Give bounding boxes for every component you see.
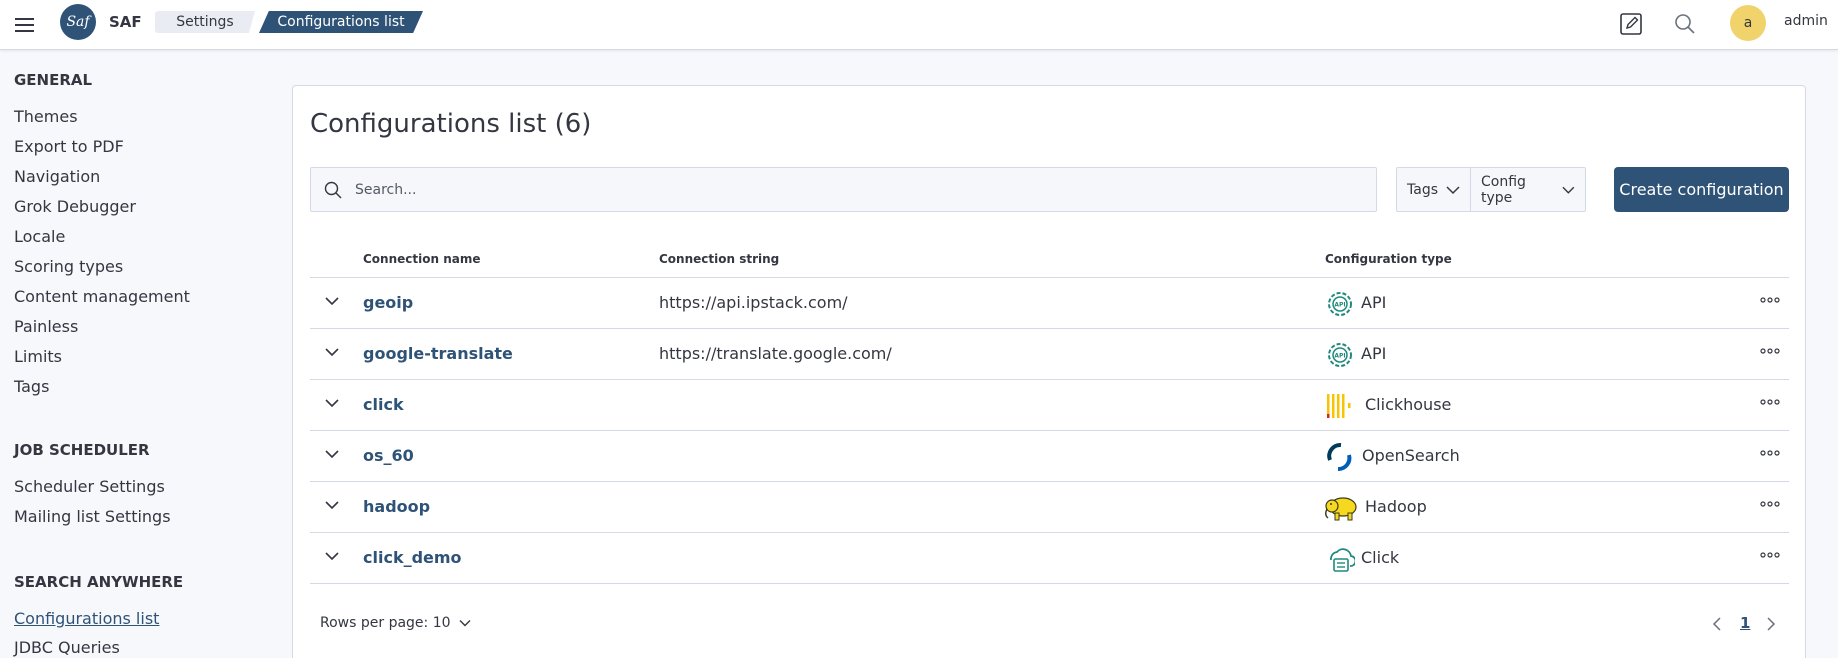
search-icon[interactable] xyxy=(1672,11,1698,37)
sidebar: GENERAL Themes Export to PDF Navigation … xyxy=(0,51,270,658)
filter-group: Tags Config type xyxy=(1396,167,1586,212)
sidebar-item-content-management[interactable]: Content management xyxy=(14,287,190,306)
clickhouse-icon xyxy=(1327,394,1351,418)
breadcrumb-settings[interactable]: Settings xyxy=(155,11,255,33)
connection-name[interactable]: click_demo xyxy=(363,548,462,567)
tags-filter-label: Tags xyxy=(1407,181,1438,198)
more-actions-icon[interactable] xyxy=(1760,399,1780,405)
sidebar-item-limits[interactable]: Limits xyxy=(14,347,62,366)
rows-per-page-button[interactable]: Rows per page: 10 xyxy=(320,615,471,631)
column-header-connection-string[interactable]: Connection string xyxy=(659,252,779,266)
user-name[interactable]: admin xyxy=(1784,13,1828,29)
app-name: SAF xyxy=(109,13,142,31)
column-header-configuration-type[interactable]: Configuration type xyxy=(1325,252,1452,266)
table-row: geoip https://api.ipstack.com/ API API xyxy=(310,278,1789,329)
next-page-icon[interactable] xyxy=(1766,616,1776,632)
page-title: Configurations list (6) xyxy=(310,109,592,139)
saf-logo[interactable]: Saf xyxy=(60,4,96,40)
create-configuration-button[interactable]: Create configuration xyxy=(1614,167,1789,212)
configuration-type: API xyxy=(1361,344,1387,363)
chevron-down-icon xyxy=(1562,186,1575,194)
more-actions-icon[interactable] xyxy=(1760,297,1780,303)
config-type-filter-label: Config type xyxy=(1481,173,1526,206)
table-row: click Clickhouse xyxy=(310,380,1789,431)
table-row: os_60 OpenSearch xyxy=(310,431,1789,482)
top-header: Saf SAF Settings Configurations list a a… xyxy=(0,0,1838,50)
connection-name[interactable]: hadoop xyxy=(363,497,430,516)
connection-name[interactable]: click xyxy=(363,395,404,414)
search-icon xyxy=(324,181,342,199)
search-input[interactable] xyxy=(355,168,1355,211)
sidebar-heading-job-scheduler: JOB SCHEDULER xyxy=(14,441,150,459)
api-icon: API xyxy=(1328,343,1352,367)
edit-icon[interactable] xyxy=(1618,11,1644,37)
configuration-type: API xyxy=(1361,293,1387,312)
user-avatar[interactable]: a xyxy=(1730,5,1766,41)
sidebar-item-configurations-list[interactable]: Configurations list xyxy=(14,609,159,628)
configurations-panel: Configurations list (6) Tags Config type… xyxy=(292,85,1806,658)
click-icon xyxy=(1330,548,1355,572)
configuration-type: Clickhouse xyxy=(1365,395,1452,414)
configuration-type: OpenSearch xyxy=(1362,446,1460,465)
sidebar-heading-search-anywhere: SEARCH ANYWHERE xyxy=(14,573,184,591)
more-actions-icon[interactable] xyxy=(1760,450,1780,456)
column-header-connection-name[interactable]: Connection name xyxy=(363,252,481,266)
previous-page-icon[interactable] xyxy=(1712,616,1722,632)
more-actions-icon[interactable] xyxy=(1760,501,1780,507)
configuration-type: Click xyxy=(1361,548,1400,567)
sidebar-item-scoring-types[interactable]: Scoring types xyxy=(14,257,123,276)
api-icon: API xyxy=(1328,292,1352,316)
sidebar-item-locale[interactable]: Locale xyxy=(14,227,65,246)
hadoop-icon xyxy=(1325,497,1357,521)
connection-name[interactable]: geoip xyxy=(363,293,413,312)
sidebar-item-tags[interactable]: Tags xyxy=(14,377,49,396)
table-row: click_demo Click xyxy=(310,533,1789,584)
more-actions-icon[interactable] xyxy=(1760,552,1780,558)
breadcrumb-configurations-list: Configurations list xyxy=(259,11,423,33)
rows-per-page-label: Rows per page: 10 xyxy=(320,615,451,631)
connection-string: https://translate.google.com/ xyxy=(659,344,892,363)
chevron-down-icon xyxy=(1446,185,1460,194)
chevron-down-icon xyxy=(459,620,471,627)
sidebar-item-themes[interactable]: Themes xyxy=(14,107,78,126)
expand-row-icon[interactable] xyxy=(324,295,340,307)
expand-row-icon[interactable] xyxy=(324,397,340,409)
svg-text:API: API xyxy=(1334,302,1345,309)
expand-row-icon[interactable] xyxy=(324,346,340,358)
expand-row-icon[interactable] xyxy=(324,550,340,562)
connection-string: https://api.ipstack.com/ xyxy=(659,293,848,312)
tags-filter-button[interactable]: Tags xyxy=(1397,168,1470,211)
sidebar-item-painless[interactable]: Painless xyxy=(14,317,78,336)
configuration-type: Hadoop xyxy=(1365,497,1427,516)
page-number-current[interactable]: 1 xyxy=(1740,614,1750,632)
sidebar-item-jdbc-queries[interactable]: JDBC Queries xyxy=(14,638,120,657)
table-row: hadoop Hadoop xyxy=(310,482,1789,533)
more-actions-icon[interactable] xyxy=(1760,348,1780,354)
config-type-filter-button[interactable]: Config type xyxy=(1470,168,1585,211)
connection-name[interactable]: google-translate xyxy=(363,344,513,363)
sidebar-item-mailing-list-settings[interactable]: Mailing list Settings xyxy=(14,507,171,526)
connection-name[interactable]: os_60 xyxy=(363,446,414,465)
opensearch-icon xyxy=(1327,443,1352,471)
search-box[interactable] xyxy=(310,167,1377,212)
expand-row-icon[interactable] xyxy=(324,448,340,460)
svg-text:API: API xyxy=(1334,353,1345,360)
expand-row-icon[interactable] xyxy=(324,499,340,511)
sidebar-item-navigation[interactable]: Navigation xyxy=(14,167,100,186)
sidebar-item-grok-debugger[interactable]: Grok Debugger xyxy=(14,197,136,216)
sidebar-heading-general: GENERAL xyxy=(14,71,93,89)
sidebar-item-export-to-pdf[interactable]: Export to PDF xyxy=(14,137,124,156)
sidebar-item-scheduler-settings[interactable]: Scheduler Settings xyxy=(14,477,165,496)
table-row: google-translate https://translate.googl… xyxy=(310,329,1789,380)
menu-icon[interactable] xyxy=(12,12,38,38)
